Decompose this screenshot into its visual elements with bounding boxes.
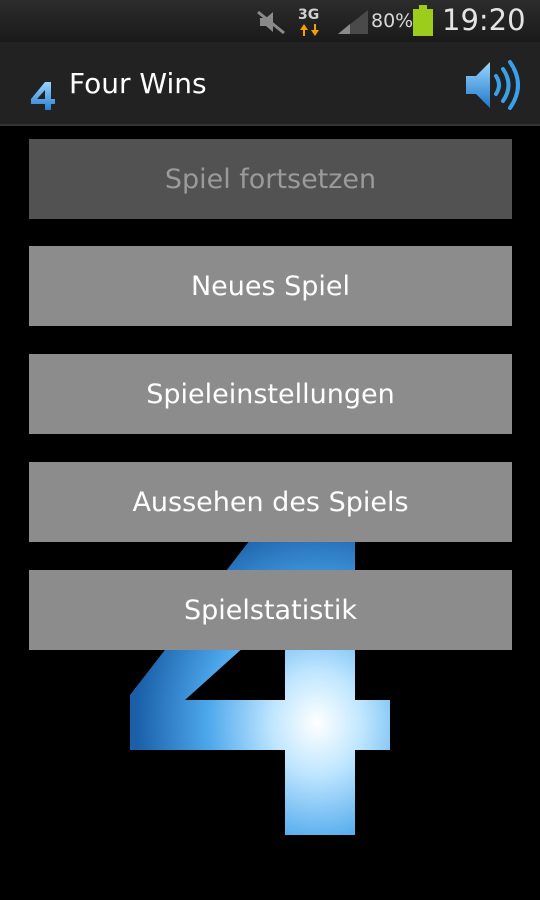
mute-icon (257, 10, 285, 35)
game-statistics-label: Spielstatistik (184, 594, 357, 626)
clock: 19:20 (442, 3, 526, 37)
four-logo-icon (31, 82, 55, 110)
game-statistics-button[interactable]: Spielstatistik (29, 570, 512, 650)
game-appearance-button[interactable]: Aussehen des Spiels (29, 462, 512, 542)
continue-game-button[interactable]: Spiel fortsetzen (29, 139, 512, 219)
app-bar: Four Wins (0, 42, 540, 126)
game-settings-label: Spieleinstellungen (146, 378, 395, 410)
status-bar: 3G 80% 19:20 (0, 0, 540, 42)
battery-percent: 80% (371, 10, 414, 32)
game-appearance-label: Aussehen des Spiels (132, 486, 409, 518)
speaker-volume-icon[interactable] (462, 56, 522, 114)
new-game-button[interactable]: Neues Spiel (29, 246, 512, 326)
game-settings-button[interactable]: Spieleinstellungen (29, 354, 512, 434)
continue-game-label: Spiel fortsetzen (164, 163, 377, 195)
3g-data-icon: 3G (298, 7, 319, 36)
svg-text:3G: 3G (298, 7, 319, 23)
app-title: Four Wins (69, 67, 207, 100)
battery-icon (413, 5, 433, 36)
signal-icon (338, 10, 368, 34)
new-game-label: Neues Spiel (190, 270, 351, 302)
